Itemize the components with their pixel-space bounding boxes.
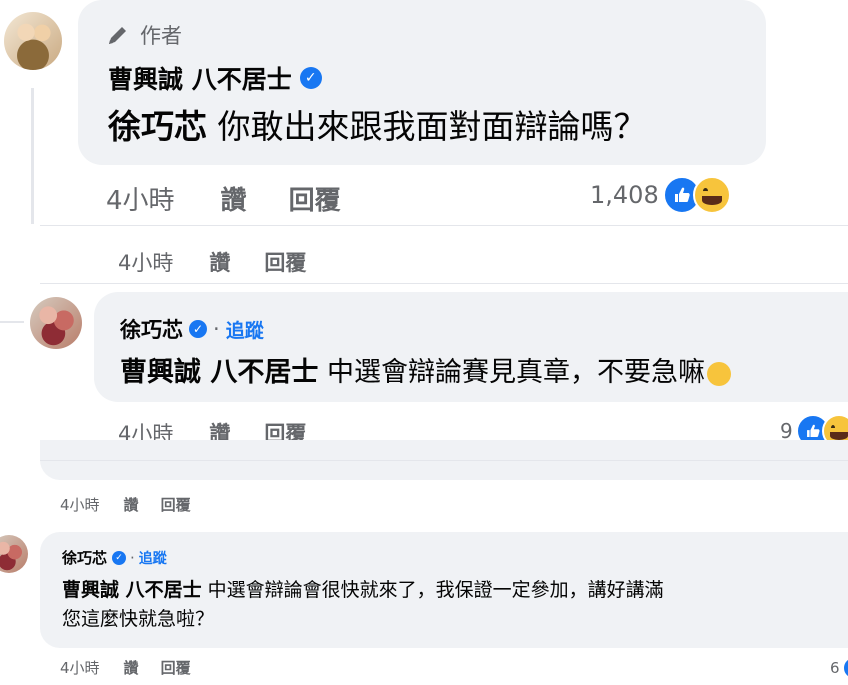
- reply-button[interactable]: 回覆: [289, 180, 341, 217]
- verified-icon: ✓: [112, 550, 127, 565]
- comment-bubble: 徐巧芯 ✓ · 追蹤 曹興誠 八不居士 中選會辯論會很快就來了，我保證一定參加，…: [40, 532, 848, 648]
- haha-reaction-icon: [692, 176, 731, 214]
- author-badge: 作者: [106, 20, 182, 50]
- like-button[interactable]: 讚: [221, 180, 247, 217]
- author-name[interactable]: 徐巧芯: [62, 547, 107, 568]
- timestamp[interactable]: 4小時: [60, 494, 100, 515]
- mention-link[interactable]: 曹興誠 八不居士: [120, 357, 318, 388]
- reaction-count: 1,408: [590, 181, 659, 209]
- reaction-summary[interactable]: 1,408: [590, 176, 731, 214]
- like-button[interactable]: 讚: [209, 247, 230, 277]
- like-button[interactable]: 讚: [124, 494, 139, 515]
- sleepy-emoji-icon: [707, 361, 731, 386]
- reaction-count: 6: [830, 659, 840, 677]
- divider: [40, 283, 848, 284]
- thread-line: [0, 321, 24, 323]
- divider: [40, 225, 848, 226]
- follow-button[interactable]: 追蹤: [226, 316, 264, 343]
- thread-line: [31, 88, 34, 224]
- timestamp[interactable]: 4小時: [60, 657, 100, 678]
- verified-icon: ✓: [189, 320, 207, 338]
- author-name[interactable]: 曹興誠 八不居士: [108, 60, 292, 96]
- author-role-label: 作者: [140, 24, 182, 48]
- reply-button[interactable]: 回覆: [161, 657, 191, 678]
- author-name[interactable]: 徐巧芯: [120, 314, 183, 344]
- like-reaction-icon: [841, 656, 848, 680]
- pencil-icon: [106, 23, 130, 47]
- reply-button[interactable]: 回覆: [161, 494, 191, 515]
- verified-icon: ✓: [299, 67, 322, 89]
- avatar[interactable]: [0, 535, 28, 573]
- comment-text: 曹興誠 八不居士 中選會辯論賽見真章，不要急嘛: [120, 350, 731, 389]
- divider: [40, 460, 848, 461]
- like-button[interactable]: 讚: [124, 657, 139, 678]
- reply-button[interactable]: 回覆: [264, 247, 306, 277]
- separator-dot: ·: [130, 548, 135, 567]
- follow-button[interactable]: 追蹤: [139, 548, 167, 568]
- comment-text: 徐巧芯 你敢出來跟我面對面辯論嗎？: [108, 107, 647, 146]
- timestamp[interactable]: 4小時: [106, 180, 175, 217]
- reaction-summary[interactable]: 6: [830, 656, 848, 680]
- comment-text: 曹興誠 八不居士 中選會辯論會很快就來了，我保證一定參加，講好講滿 您這麼快就急…: [62, 579, 664, 630]
- separator-dot: ·: [213, 317, 220, 341]
- comment-bubble: 徐巧芯 ✓ · 追蹤 曹興誠 八不居士 中選會辯論賽見真章，不要急嘛: [94, 292, 848, 402]
- timestamp[interactable]: 4小時: [118, 247, 173, 277]
- avatar[interactable]: [4, 12, 62, 70]
- comment-bubble: 作者 曹興誠 八不居士 ✓ 徐巧芯 你敢出來跟我面對面辯論嗎？: [78, 0, 766, 165]
- mention-link[interactable]: 徐巧芯: [108, 107, 207, 146]
- avatar[interactable]: [30, 297, 82, 349]
- mention-link[interactable]: 曹興誠 八不居士: [62, 579, 202, 601]
